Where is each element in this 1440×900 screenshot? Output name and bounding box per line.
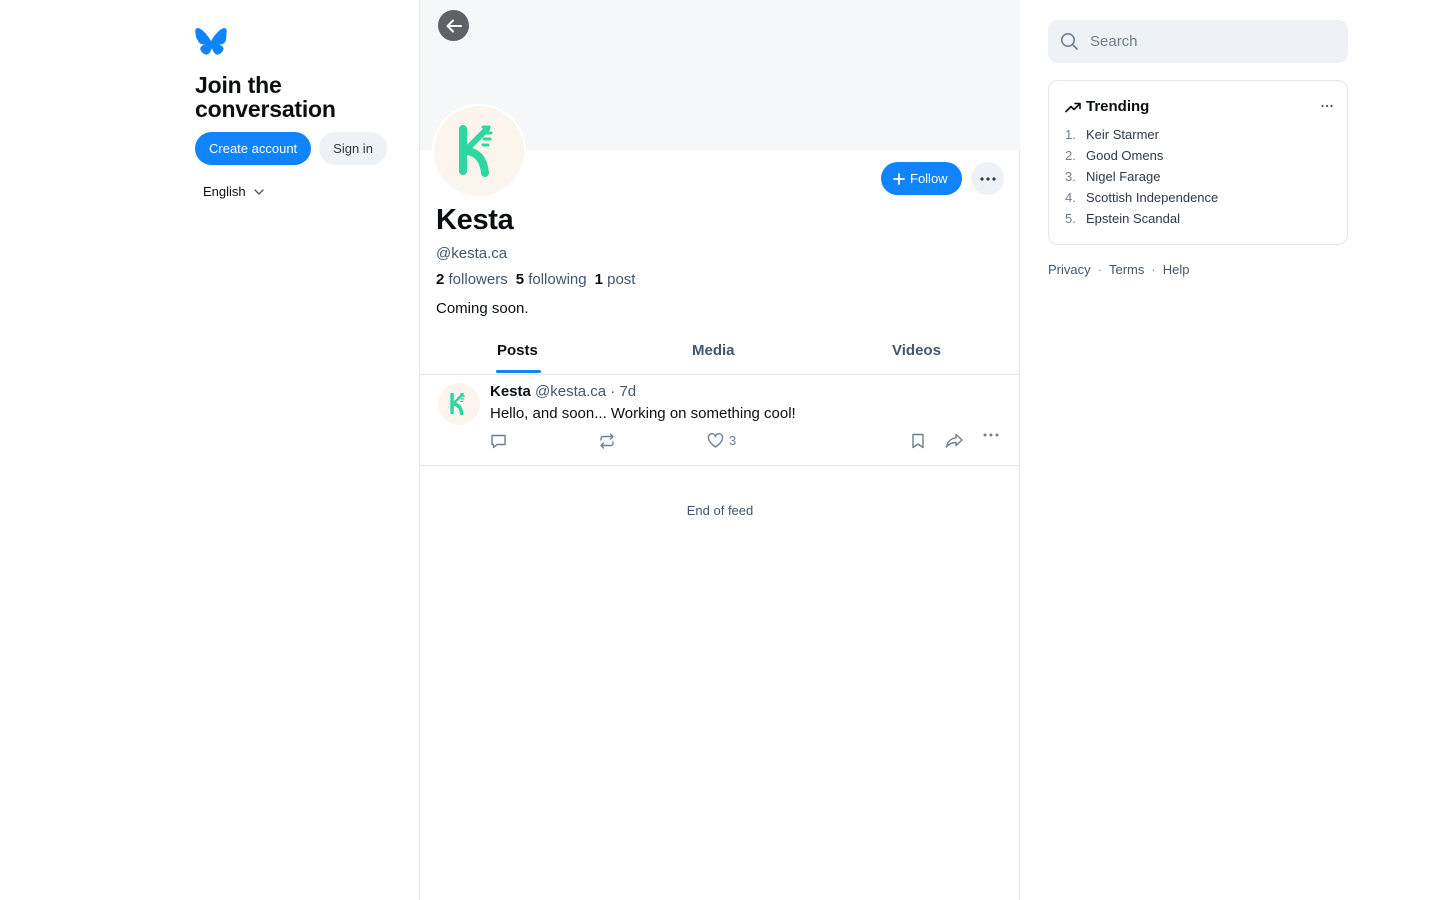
like-button[interactable]: 3 — [707, 433, 736, 448]
right-sidebar: Trending 1. Keir Starmer 2. Good Omens 3. N… — [1048, 20, 1348, 277]
language-select[interactable]: English — [203, 184, 410, 199]
followers-count: 2 — [436, 271, 445, 288]
reply-icon — [491, 434, 506, 449]
search-icon — [1061, 33, 1078, 50]
share-icon — [945, 433, 963, 448]
like-count: 3 — [729, 433, 737, 448]
tab-media[interactable]: Media — [692, 342, 735, 359]
trending-item-number: 2. — [1065, 148, 1076, 163]
end-of-feed: End of feed — [686, 503, 754, 518]
active-tab-indicator — [496, 370, 541, 373]
help-link[interactable]: Help — [1163, 262, 1190, 277]
trending-item-label: Nigel Farage — [1086, 169, 1161, 184]
ellipsis-icon — [979, 176, 996, 181]
profile-handle: @kesta.ca — [436, 245, 508, 262]
search-input[interactable] — [1088, 32, 1332, 51]
share-button[interactable] — [945, 433, 964, 449]
join-title: Join the conversation — [195, 72, 336, 122]
profile-avatar[interactable] — [432, 104, 526, 198]
bookmark-icon — [912, 433, 924, 449]
post-handle[interactable]: @kesta.ca — [535, 383, 606, 400]
repost-icon — [600, 433, 614, 449]
butterfly-logo-icon[interactable] — [195, 28, 227, 58]
search-bar[interactable] — [1048, 20, 1348, 63]
post-time[interactable]: · 7d — [610, 383, 636, 400]
trending-item[interactable]: 4. Scottish Independence — [1065, 190, 1218, 211]
left-sidebar: Join the conversation Create account Sig… — [195, 28, 410, 199]
trending-item[interactable]: 5. Epstein Scandal — [1065, 211, 1218, 232]
profile-stats: 2 followers 5 following 1 post — [436, 271, 635, 288]
profile-bio: Coming soon. — [436, 300, 529, 317]
auth-buttons: Create account Sign in — [195, 132, 410, 165]
post-avatar[interactable] — [438, 383, 480, 425]
trending-item-label: Good Omens — [1086, 148, 1164, 163]
trending-item[interactable]: 3. Nigel Farage — [1065, 169, 1218, 190]
sign-in-button[interactable]: Sign in — [319, 132, 387, 165]
tab-posts[interactable]: Posts — [497, 342, 538, 359]
trending-item-number: 5. — [1065, 211, 1076, 226]
chevron-down-icon — [253, 188, 264, 195]
post-header: Kesta @kesta.ca · 7d — [490, 383, 636, 400]
posts-stat: 1 post — [595, 271, 636, 288]
ellipsis-icon — [983, 433, 999, 437]
trending-item[interactable]: 2. Good Omens — [1065, 148, 1218, 169]
footer-separator: · — [1151, 262, 1156, 277]
trending-item-label: Scottish Independence — [1086, 190, 1219, 205]
heart-icon — [707, 433, 724, 448]
trending-arrow-icon — [1065, 102, 1081, 112]
language-label: English — [203, 184, 246, 199]
kesta-logo-icon — [459, 125, 493, 177]
plus-icon — [893, 172, 905, 185]
trending-more-button[interactable] — [1321, 95, 1333, 113]
create-account-button[interactable]: Create account — [195, 132, 312, 165]
post-text: Hello, and soon... Working on something … — [490, 405, 796, 422]
trending-item-number: 4. — [1065, 190, 1076, 205]
kesta-logo-icon — [450, 392, 465, 416]
profile-column: Follow Kesta @kesta.ca 2 followers 5 fol… — [419, 0, 1020, 900]
followers-stat[interactable]: 2 followers — [436, 271, 508, 288]
post-author[interactable]: Kesta — [490, 383, 531, 400]
trending-item-label: Keir Starmer — [1086, 127, 1159, 142]
trending-item-number: 1. — [1065, 127, 1076, 142]
following-stat[interactable]: 5 following — [516, 271, 587, 288]
trending-title-text: Trending — [1086, 98, 1150, 115]
terms-link[interactable]: Terms — [1109, 262, 1144, 277]
posts-count: 1 — [594, 271, 603, 288]
reply-button[interactable] — [490, 433, 507, 449]
trending-title: Trending — [1065, 98, 1149, 115]
feed-post[interactable]: Kesta @kesta.ca · 7d Hello, and soon... … — [420, 375, 1020, 466]
follow-button[interactable]: Follow — [881, 162, 962, 195]
footer-separator: · — [1097, 262, 1102, 277]
following-label: following — [528, 271, 587, 288]
trending-item-label: Epstein Scandal — [1086, 211, 1180, 226]
profile-tabs: Posts Media Videos — [420, 334, 1020, 375]
trending-item[interactable]: 1. Keir Starmer — [1065, 127, 1218, 148]
posts-label: post — [607, 271, 636, 288]
following-count: 5 — [515, 271, 525, 288]
privacy-link[interactable]: Privacy — [1048, 262, 1091, 277]
repost-button[interactable] — [598, 433, 616, 449]
back-button[interactable] — [438, 10, 469, 41]
profile-more-button[interactable] — [971, 162, 1004, 195]
post-actions: 3 — [490, 433, 1010, 453]
trending-item-number: 3. — [1065, 169, 1076, 184]
trending-list: 1. Keir Starmer 2. Good Omens 3. Nigel Fara… — [1065, 127, 1218, 232]
profile-display-name: Kesta — [436, 204, 514, 236]
arrow-left-icon — [446, 19, 462, 32]
follow-label: Follow — [910, 171, 948, 186]
post-more-button[interactable] — [983, 433, 999, 437]
bookmark-button[interactable] — [911, 433, 925, 449]
tab-videos[interactable]: Videos — [892, 342, 941, 359]
footer-links: Privacy · Terms · Help — [1048, 262, 1348, 277]
trending-panel: Trending 1. Keir Starmer 2. Good Omens 3. N… — [1048, 80, 1348, 245]
ellipsis-icon — [1321, 104, 1333, 108]
followers-label: followers — [448, 271, 508, 288]
